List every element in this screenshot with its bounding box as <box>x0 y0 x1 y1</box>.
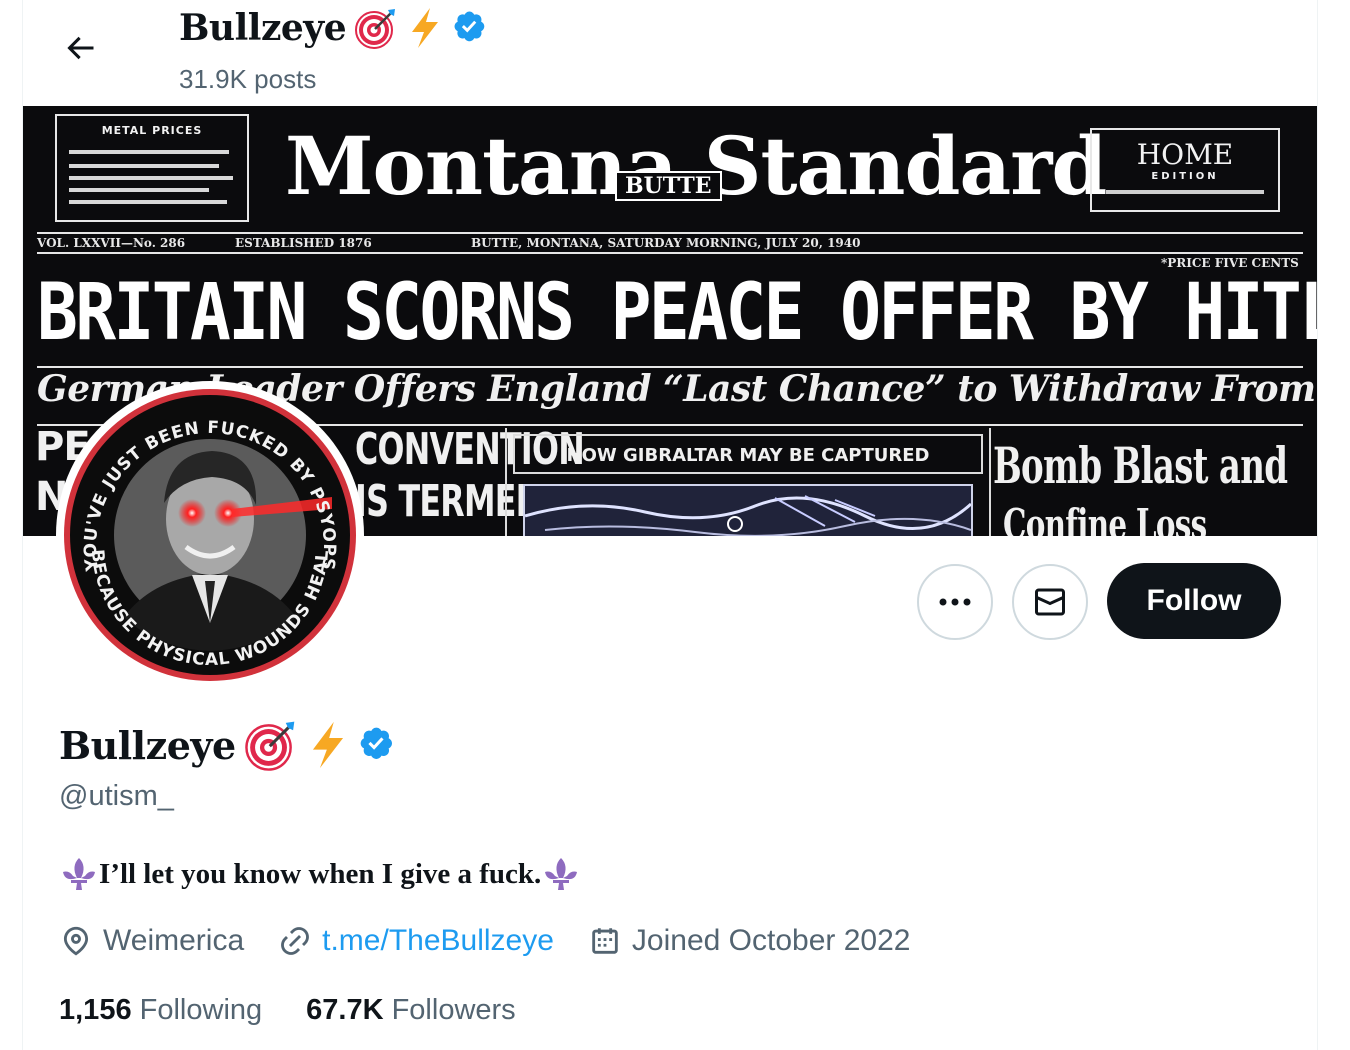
message-button[interactable] <box>1012 564 1088 640</box>
profile-name: Bullzeye <box>59 722 236 768</box>
banner-dateline: BUTTE, MONTANA, SATURDAY MORNING, JULY 2… <box>471 236 861 250</box>
profile-counts: 1,156 Following 67.7K Followers <box>59 994 560 1027</box>
banner-print-line <box>69 188 209 192</box>
header-title: Bullzeye <box>179 6 490 50</box>
banner-established: ESTABLISHED 1876 <box>235 236 372 250</box>
following-link[interactable]: 1,156 Following <box>59 994 262 1027</box>
profile-bio: I’ll let you know when I give a fuck. <box>59 856 581 892</box>
followers-count: 67.7K <box>306 994 384 1026</box>
location-pin-icon <box>63 926 89 956</box>
target-emoji <box>244 721 294 771</box>
back-button[interactable] <box>58 26 102 70</box>
more-button[interactable] <box>917 564 993 640</box>
lightning-emoji <box>412 8 439 48</box>
banner-map-sketch <box>524 495 973 536</box>
banner-butte-label: BUTTE <box>615 171 722 201</box>
envelope-icon <box>1034 588 1065 616</box>
banner-rule <box>37 232 1303 234</box>
banner-volume: VOL. LXXVII—No. 286 <box>37 236 186 250</box>
followers-label: Followers <box>391 994 516 1026</box>
profile-location: Weimerica <box>59 924 244 958</box>
link-icon <box>281 927 310 955</box>
profile-location-text: Weimerica <box>103 924 245 957</box>
banner-print-line <box>1106 190 1264 194</box>
banner-metal-prices: METAL PRICES <box>101 124 203 137</box>
profile-joined: Joined October 2022 <box>588 924 911 958</box>
following-count: 1,156 <box>59 994 132 1026</box>
fleur-de-lis-emoji <box>545 858 578 890</box>
profile-bio-text: I’ll let you know when I give a fuck. <box>99 857 542 890</box>
banner-home-edition-box: HOME EDITION <box>1090 128 1280 212</box>
profile-joined-text: Joined October 2022 <box>631 924 911 957</box>
profile-handle: @utism_ <box>59 780 174 812</box>
banner-map-image <box>523 484 973 536</box>
avatar-image: YOU'VE JUST BEEN FUCKED BY PSYOPS BECAUS… <box>64 389 356 681</box>
banner-bomb-blast: Bomb Blast and <box>993 436 1288 495</box>
banner-gibraltar: HOW GIBRALTAR MAY BE CAPTURED <box>566 445 930 466</box>
fleur-de-lis-emoji <box>63 858 95 890</box>
profile-website: t.me/TheBullzeye <box>278 924 554 958</box>
header-post-count: 31.9K posts <box>179 64 317 94</box>
banner-print-line <box>69 200 227 204</box>
target-emoji <box>355 9 396 49</box>
banner-home: HOME <box>1136 138 1234 171</box>
banner-termed: IS TERMED <box>355 476 542 527</box>
more-dots-icon <box>939 598 971 606</box>
banner-column-rule <box>505 428 507 536</box>
banner-headline: BRITAIN SCORNS PEACE OFFER BY HITLER <box>37 268 1317 358</box>
banner-print-line <box>69 164 219 168</box>
banner-print-line <box>69 150 229 154</box>
profile-meta: Weimerica t.me/TheBullzeye Joined Octobe… <box>59 924 944 958</box>
profile-avatar[interactable]: YOU'VE JUST BEEN FUCKED BY PSYOPS BECAUS… <box>56 381 364 689</box>
calendar-icon <box>592 928 618 954</box>
lightning-emoji <box>312 721 343 769</box>
banner-gibraltar-box: HOW GIBRALTAR MAY BE CAPTURED <box>513 434 983 474</box>
arrow-left-icon <box>67 36 94 60</box>
banner-masthead: Montana Standard <box>285 119 1107 213</box>
profile-name-row: Bullzeye <box>59 718 398 772</box>
header-name: Bullzeye <box>179 7 347 49</box>
banner-bomb-subline: Confine Loss <box>1003 500 1207 536</box>
banner-rule <box>37 252 1303 254</box>
banner-edition: EDITION <box>1151 171 1219 182</box>
banner-column-rule <box>989 428 991 536</box>
banner-print-line <box>69 176 233 180</box>
following-label: Following <box>139 994 263 1026</box>
verified-badge-icon[interactable] <box>358 725 398 765</box>
followers-link[interactable]: 67.7K Followers <box>306 994 516 1027</box>
follow-button[interactable]: Follow <box>1107 563 1281 639</box>
banner-metal-prices-box: METAL PRICES <box>55 114 249 222</box>
verified-badge-icon <box>454 11 485 42</box>
profile-website-link[interactable]: t.me/TheBullzeye <box>322 924 554 958</box>
